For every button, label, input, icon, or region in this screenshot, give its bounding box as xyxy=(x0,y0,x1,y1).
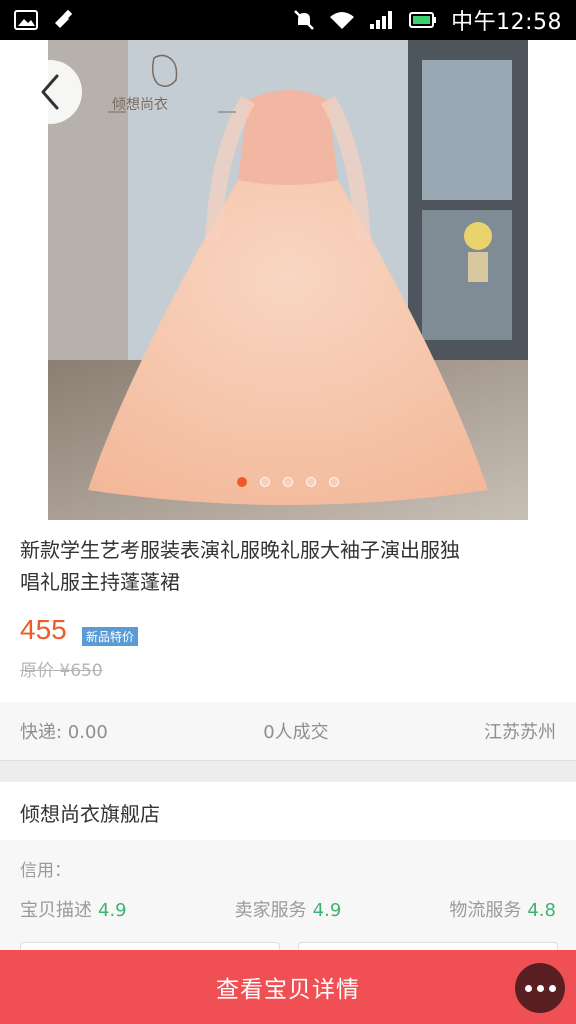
sold-count: 0人成交 xyxy=(263,722,329,743)
more-dot xyxy=(536,984,544,992)
section-divider xyxy=(0,760,576,783)
battery-icon xyxy=(409,12,437,28)
shipping-bar: 快递: 0.00 0人成交 江苏苏州 xyxy=(0,702,576,760)
status-right: 中午12:58 xyxy=(293,4,562,36)
rating-score: 4.9 xyxy=(312,900,342,921)
wifi-icon xyxy=(330,12,355,29)
carousel-dot[interactable] xyxy=(306,477,316,487)
product-photo[interactable]: 倾想尚衣 xyxy=(48,40,528,520)
promo-badge: 新品特价 xyxy=(82,627,139,646)
product-price: 455 xyxy=(20,614,67,645)
carousel-dot[interactable] xyxy=(329,477,339,487)
signal-icon xyxy=(370,11,393,29)
rating-label: 宝贝描述 xyxy=(20,900,92,921)
back-button[interactable] xyxy=(18,60,82,124)
more-dot xyxy=(548,984,556,992)
rating-label: 卖家服务 xyxy=(234,900,307,921)
chevron-left-icon xyxy=(41,74,59,110)
rating-score: 4.9 xyxy=(98,900,127,921)
shop-credit: 信用： 宝贝描述 4.9 卖家服务 4.9 物流服务 4.8 xyxy=(0,840,576,950)
carousel-dot[interactable] xyxy=(237,477,247,487)
usb-icon xyxy=(55,9,73,28)
more-icon[interactable] xyxy=(515,963,565,1013)
rating-score: 4.8 xyxy=(527,900,556,921)
product-info: 新款学生艺考服装表演礼服晚礼服大袖子演出服独唱礼服主持蓬蓬裙 455 新品特价 … xyxy=(0,520,576,702)
rating-service: 卖家服务 4.9 xyxy=(235,896,342,922)
ship-location: 江苏苏州 xyxy=(483,722,556,743)
brand-logo-text: 倾想尚衣 xyxy=(112,98,168,113)
more-dot xyxy=(524,984,532,992)
rating-label: 物流服务 xyxy=(449,900,522,921)
rating-description: 宝贝描述 4.9 xyxy=(20,896,127,922)
status-time: 中午12:58 xyxy=(451,10,562,35)
gallery-icon xyxy=(14,10,38,30)
view-details-button[interactable]: 查看宝贝详情 xyxy=(0,950,576,1024)
mute-icon xyxy=(294,10,314,30)
original-price: 原价 ¥650 xyxy=(20,661,103,681)
status-left xyxy=(14,9,74,31)
shop-ratings: 宝贝描述 4.9 卖家服务 4.9 物流服务 4.8 xyxy=(20,896,556,922)
carousel-indicator xyxy=(0,477,576,487)
credit-label: 信用： xyxy=(20,861,71,881)
product-image-carousel[interactable]: 倾想尚衣 xyxy=(0,40,576,520)
shop-name: 倾想尚衣旗舰店 xyxy=(20,802,160,826)
status-bar: 中午12:58 xyxy=(0,0,576,40)
rating-logistics: 物流服务 4.8 xyxy=(449,896,556,922)
shipping-fee: 快递: 0.00 xyxy=(20,722,108,743)
shop-header[interactable]: 倾想尚衣旗舰店 xyxy=(0,782,576,840)
product-title: 新款学生艺考服装表演礼服晚礼服大袖子演出服独唱礼服主持蓬蓬裙 xyxy=(20,538,460,594)
carousel-dot[interactable] xyxy=(260,477,270,487)
view-details-label: 查看宝贝详情 xyxy=(216,977,360,1003)
carousel-dot[interactable] xyxy=(283,477,293,487)
